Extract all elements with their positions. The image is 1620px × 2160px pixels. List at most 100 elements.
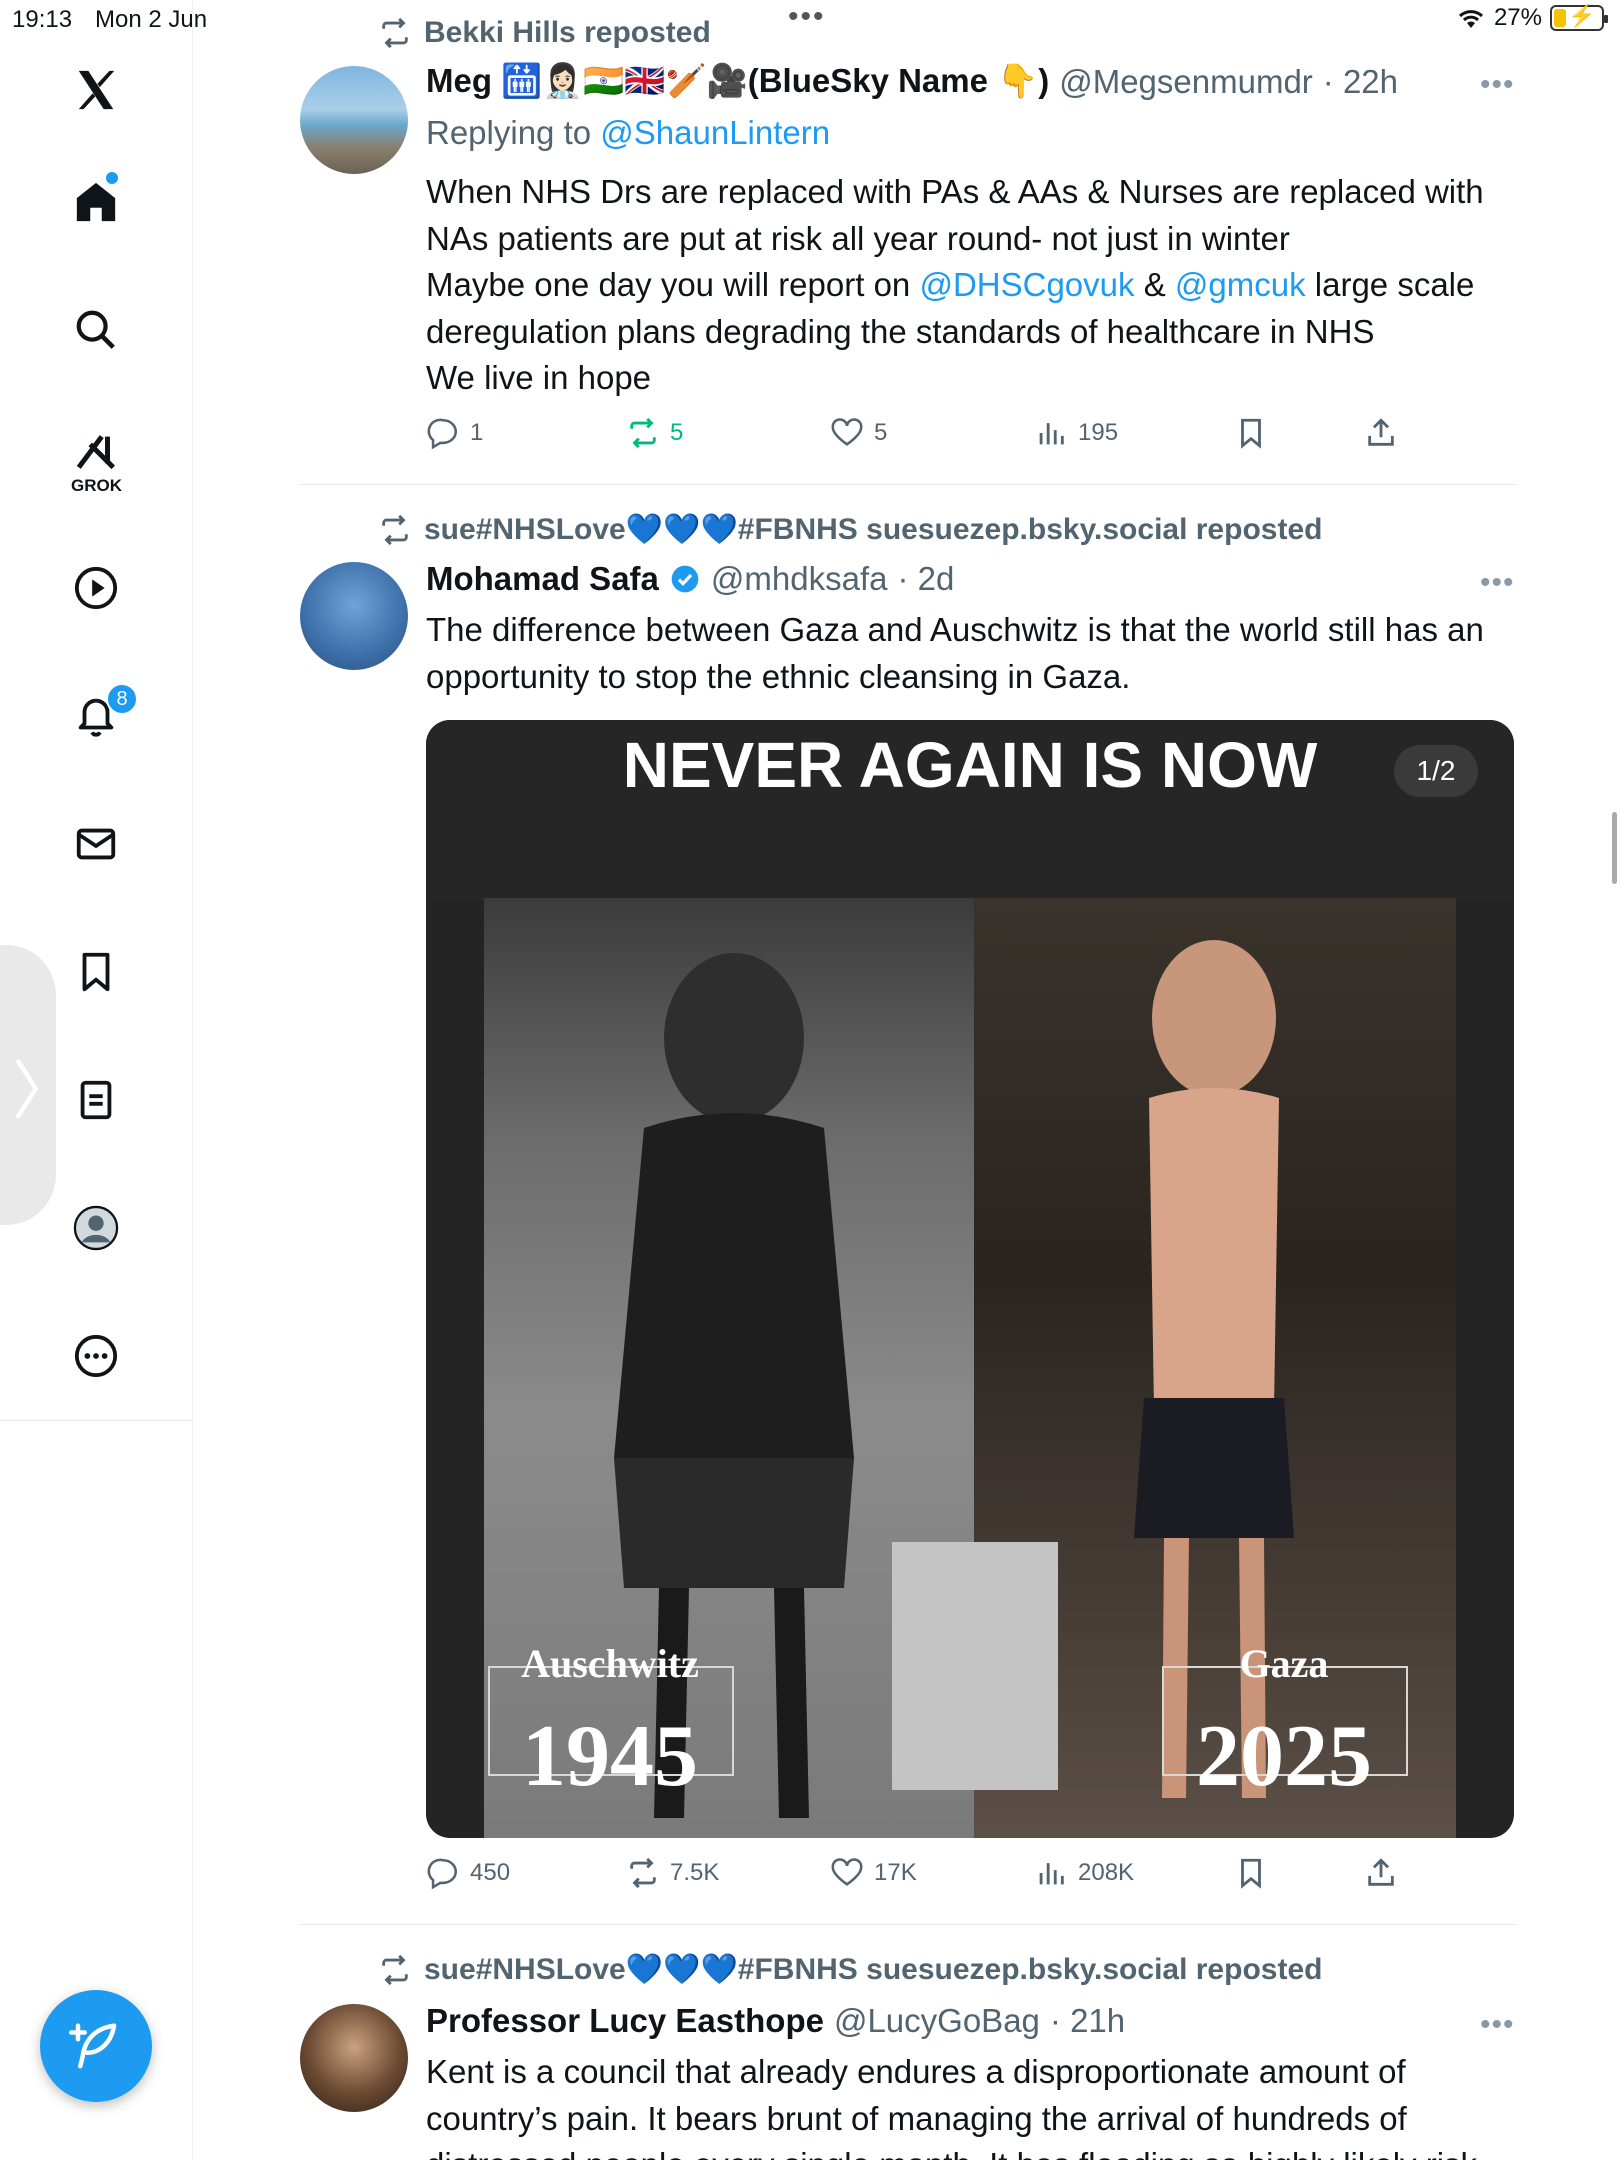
repost-label: sue#NHSLove💙💙💙#FBNHS suesuezep.bsky.soci… [424,513,1323,546]
bookmark-button[interactable] [1234,416,1268,450]
avatar[interactable] [300,66,408,174]
repost-icon [630,1857,656,1889]
mention-link[interactable]: @DHSCgovuk [919,266,1134,303]
grok-label: GROK [71,476,122,495]
tweet-actions: 1 5 5 195 [426,416,1426,460]
repost-icon [630,417,656,449]
compose-post-button[interactable] [40,1990,152,2102]
more-options-icon[interactable]: ••• [1480,68,1515,102]
like-button[interactable]: 5 [830,416,887,450]
x-logo-icon[interactable] [56,50,136,130]
repost-count: 5 [670,419,684,446]
bookmark-icon [1241,418,1261,449]
view-count: 195 [1078,419,1119,446]
home-icon[interactable] [56,162,136,242]
repost-button[interactable]: 5 [626,416,683,450]
views-button[interactable]: 208K [1034,1856,1134,1890]
repost-label: sue#NHSLove💙💙💙#FBNHS suesuezep.bsky.soci… [424,1953,1323,1986]
avatar[interactable] [300,2004,408,2112]
reply-icon [427,418,458,450]
search-icon[interactable] [56,290,136,370]
heart-icon [831,1858,863,1886]
author-name[interactable]: Mohamad Safa [426,560,659,598]
multitask-dots-icon[interactable]: ••• [788,0,826,34]
avatar[interactable] [300,562,408,670]
messages-envelope-icon[interactable] [56,804,136,884]
repost-context[interactable]: sue#NHSLove💙💙💙#FBNHS suesuezep.bsky.soci… [378,512,1322,547]
tweet-header: Meg 🛗👩🏻‍⚕️🇮🇳🇬🇧🏏🎥(BlueSky Name 👇) @Megsen… [426,62,1398,101]
mention-link[interactable]: @gmcuk [1175,266,1306,303]
tweet-text: When NHS Drs are replaced with PAs & AAs… [426,169,1516,402]
text-segment: large scale [1314,266,1475,303]
tweet-text-line: We live in hope [426,359,652,396]
notification-badge: 8 [106,683,138,715]
text-segment: Maybe one day you will report on [426,266,911,303]
sidebar-border [192,1420,193,2160]
more-options-icon[interactable]: ••• [1480,566,1515,600]
more-options-icon[interactable]: ••• [1480,2008,1515,2042]
author-name[interactable]: Professor Lucy Easthope [426,2002,824,2040]
home-unread-dot [106,172,118,184]
reply-button[interactable]: 1 [426,416,483,450]
video-icon[interactable] [56,548,136,628]
bookmark-icon [1241,1858,1261,1889]
heart-icon [831,418,863,446]
repost-context[interactable]: Bekki Hills reposted [378,16,711,50]
caption-right-place: Gaza [1239,1641,1329,1686]
share-icon [1368,1858,1394,1886]
repost-icon [382,514,408,545]
author-handle[interactable]: @LucyGoBag [834,2002,1040,2040]
reply-button[interactable]: 450 [426,1856,510,1890]
profile-avatar-icon[interactable] [56,1188,136,1268]
tweet-text-line: When NHS Drs are replaced with PAs & AAs… [426,173,1484,210]
bookmark-button[interactable] [1234,1856,1268,1890]
tweet-header: Professor Lucy Easthope @LucyGoBag · 21h [426,2002,1125,2040]
chevron-right-icon[interactable]: 〉 [12,1040,76,1132]
repost-count: 7.5K [670,1859,720,1886]
repost-icon [382,17,408,49]
like-count: 5 [874,419,888,446]
battery-icon: ⚡ [1550,3,1608,31]
share-button[interactable] [1364,416,1398,450]
author-handle[interactable]: @Megsenmumdr [1059,63,1313,101]
tweet-text-line: distressed people every single month. It… [426,2142,1516,2160]
battery-percent: 27% [1493,4,1542,31]
repost-context[interactable]: sue#NHSLove💙💙💙#FBNHS suesuezep.bsky.soci… [378,1952,1322,1987]
tweet-text: Kent is a council that already endures a… [426,2049,1516,2160]
reply-count: 1 [470,419,484,446]
tweet-time[interactable]: · 22h [1323,63,1398,101]
tweet-text-line: Kent is a council that already endures a… [426,2053,1406,2090]
status-indicators: 27% ⚡ [1456,3,1608,32]
text-segment: & [1143,266,1166,303]
replying-to-label: Replying to [426,114,592,151]
tweet-media-image[interactable]: NEVER AGAIN IS NOW 1/2 Auschwitz 1945 Ga… [426,720,1514,1838]
views-chart-icon [1039,1863,1064,1885]
verified-badge-icon [671,565,699,593]
replying-to-link[interactable]: @ShaunLintern [600,114,830,151]
view-count: 208K [1078,1859,1135,1886]
author-name[interactable]: Meg 🛗👩🏻‍⚕️🇮🇳🇬🇧🏏🎥(BlueSky Name 👇) [426,62,1049,101]
views-button[interactable]: 195 [1034,416,1118,450]
repost-button[interactable]: 7.5K [626,1856,719,1890]
media-image-title: NEVER AGAIN IS NOW [426,720,1514,900]
tweet-text-line: Maybe one day you will report on @DHSCgo… [426,262,1516,309]
like-count: 17K [874,1859,917,1886]
tweet-text-line: NAs patients are put at risk all year ro… [426,219,1290,257]
tweet-actions: 450 7.5K 17K 208K [426,1856,1426,1900]
redaction-block [892,1542,1058,1790]
bookmarks-icon[interactable] [56,932,136,1012]
tweet-divider [300,484,1516,485]
tweet-time[interactable]: · 2d [897,560,954,598]
repost-icon [382,1954,408,1985]
caption-right-year: 2025 [1196,1708,1372,1805]
caption-left-year: 1945 [522,1708,698,1805]
author-handle[interactable]: @mhdksafa [711,560,888,598]
wifi-icon [1458,10,1483,28]
scrollbar[interactable] [1612,812,1617,884]
tweet-time[interactable]: · 21h [1050,2002,1125,2040]
more-options-icon[interactable] [56,1316,136,1396]
like-button[interactable]: 17K [830,1856,917,1890]
reply-count: 450 [470,1859,511,1886]
share-button[interactable] [1364,1856,1398,1890]
views-chart-icon [1039,423,1064,445]
